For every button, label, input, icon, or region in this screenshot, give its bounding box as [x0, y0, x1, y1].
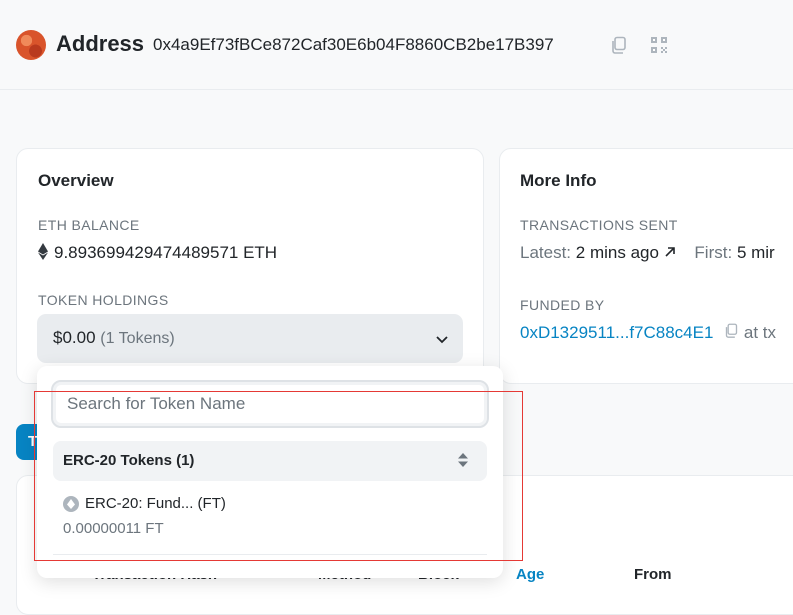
- ethereum-icon: [38, 243, 48, 265]
- token-icon: [63, 496, 79, 517]
- address-hash: 0x4a9Ef73fBCe872Caf30E6b04F8860CB2be17B3…: [153, 35, 554, 54]
- address-avatar: [16, 30, 46, 60]
- latest-label: Latest:: [520, 243, 572, 262]
- token-search-box: [51, 380, 489, 428]
- more-info-card: More Info TRANSACTIONS SENT Latest: 2 mi…: [499, 148, 793, 384]
- token-search-input[interactable]: [53, 382, 487, 426]
- sort-icon[interactable]: [457, 452, 469, 473]
- copy-icon[interactable]: [724, 323, 744, 342]
- funded-by-suffix: at tx: [743, 323, 777, 342]
- first-label: First:: [694, 243, 733, 262]
- token-amount: 0.00000011 FT: [63, 520, 164, 537]
- page-title: Address: [56, 31, 145, 56]
- copy-icon[interactable]: [610, 36, 628, 59]
- column-age[interactable]: Age: [516, 566, 544, 583]
- token-list-item[interactable]: ERC-20: Fund... (FT) 0.00000011 FT: [53, 490, 487, 552]
- token-holdings-usd: $0.00: [53, 328, 96, 347]
- overview-card: Overview ETH BALANCE 9.89369942947448957…: [16, 148, 484, 384]
- erc20-group-label: ERC-20 Tokens (1): [63, 452, 195, 469]
- arrow-up-right-icon[interactable]: [664, 243, 681, 262]
- token-holdings-dropdown[interactable]: $0.00 (1 Tokens): [37, 314, 463, 363]
- more-info-title: More Info: [520, 171, 597, 190]
- eth-balance-label: ETH BALANCE: [38, 217, 140, 233]
- chevron-down-icon: [435, 332, 449, 350]
- funded-by-row: 0xD1329511...f7C88c4E1 at tx: [520, 323, 776, 343]
- funded-by-label: FUNDED BY: [520, 297, 605, 313]
- token-name: ERC-20: Fund... (FT): [85, 495, 226, 512]
- address-header: Address 0x4a9Ef73fBCe872Caf30E6b04F8860C…: [0, 0, 793, 90]
- latest-value[interactable]: 2 mins ago: [576, 243, 659, 262]
- divider: [53, 554, 487, 555]
- eth-balance-value: 9.893699429474489571 ETH: [54, 243, 278, 262]
- token-holdings-count: (1 Tokens): [100, 330, 175, 347]
- token-holdings-label: TOKEN HOLDINGS: [38, 292, 169, 308]
- first-value[interactable]: 5 mir: [737, 243, 775, 262]
- transactions-sent-values: Latest: 2 mins ago First: 5 mir: [520, 243, 775, 263]
- column-from: From: [634, 566, 672, 583]
- erc20-group-header[interactable]: ERC-20 Tokens (1): [53, 441, 487, 481]
- overview-title: Overview: [38, 171, 114, 190]
- token-holdings-amount: $0.00 (1 Tokens): [53, 328, 175, 348]
- token-dropdown-panel: ERC-20 Tokens (1) ERC-20: Fund... (FT) 0…: [37, 366, 503, 578]
- qr-code-icon[interactable]: [650, 36, 668, 59]
- funded-by-address-link[interactable]: 0xD1329511...f7C88c4E1: [520, 323, 713, 342]
- transactions-sent-label: TRANSACTIONS SENT: [520, 217, 678, 233]
